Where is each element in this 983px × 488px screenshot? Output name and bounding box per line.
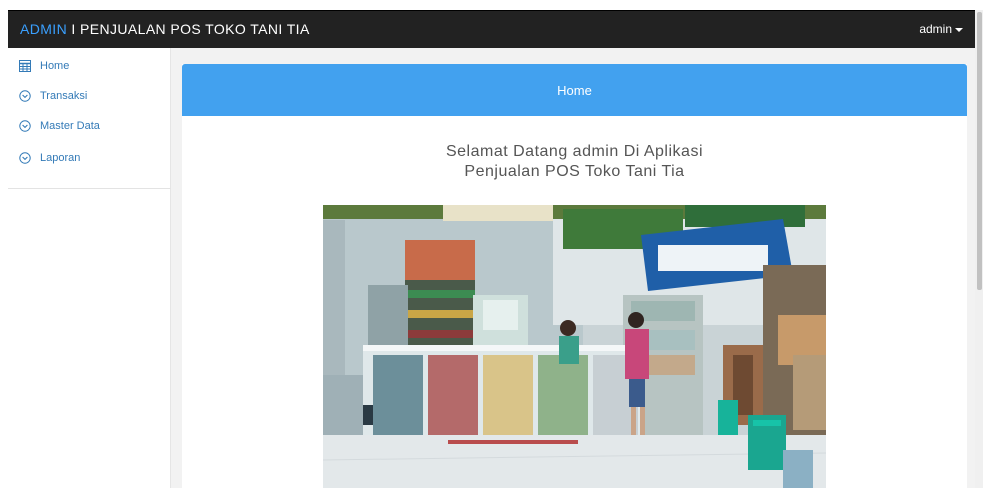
sidebar-item-laporan[interactable]: Laporan [18,148,80,168]
welcome-line-1: Selamat Datang admin Di Aplikasi [445,143,703,160]
sidebar-item-transaksi[interactable]: Transaksi [18,86,87,106]
store-photo [323,205,826,488]
brand-separator: I [67,21,80,37]
page-title: Home [557,82,592,98]
table-icon [18,60,31,73]
sidebar: Home Transaksi Master Data Laporan [8,48,171,488]
chevron-circle-icon [18,90,31,103]
chevron-circle-icon [18,152,31,165]
sidebar-item-label: Laporan [40,152,81,164]
chevron-circle-icon [18,120,31,133]
user-name: admin [919,22,952,36]
panel-heading: Home [182,64,967,116]
user-dropdown[interactable]: admin [919,22,963,36]
sidebar-item-home[interactable]: Home [18,56,69,76]
caret-down-icon [955,27,963,32]
welcome-line-2: Penjualan POS Toko Tani Tia [464,163,685,180]
brand-name: PENJUALAN POS TOKO TANI TIA [80,21,310,37]
sidebar-item-label: Master Data [40,120,100,132]
scrollbar-thumb[interactable] [977,12,982,290]
top-navbar: ADMIN I PENJUALAN POS TOKO TANI TIA admi… [8,10,975,48]
sidebar-divider [8,188,171,189]
sidebar-item-label: Transaksi [40,90,88,102]
app-window: ADMIN I PENJUALAN POS TOKO TANI TIA admi… [0,0,983,488]
sidebar-item-master-data[interactable]: Master Data [18,116,100,136]
sidebar-item-label: Home [40,60,70,72]
welcome-message: Selamat Datang admin Di Aplikasi Penjual… [182,142,967,182]
brand-title[interactable]: ADMIN I PENJUALAN POS TOKO TANI TIA [20,21,310,37]
brand-prefix: ADMIN [20,21,68,37]
